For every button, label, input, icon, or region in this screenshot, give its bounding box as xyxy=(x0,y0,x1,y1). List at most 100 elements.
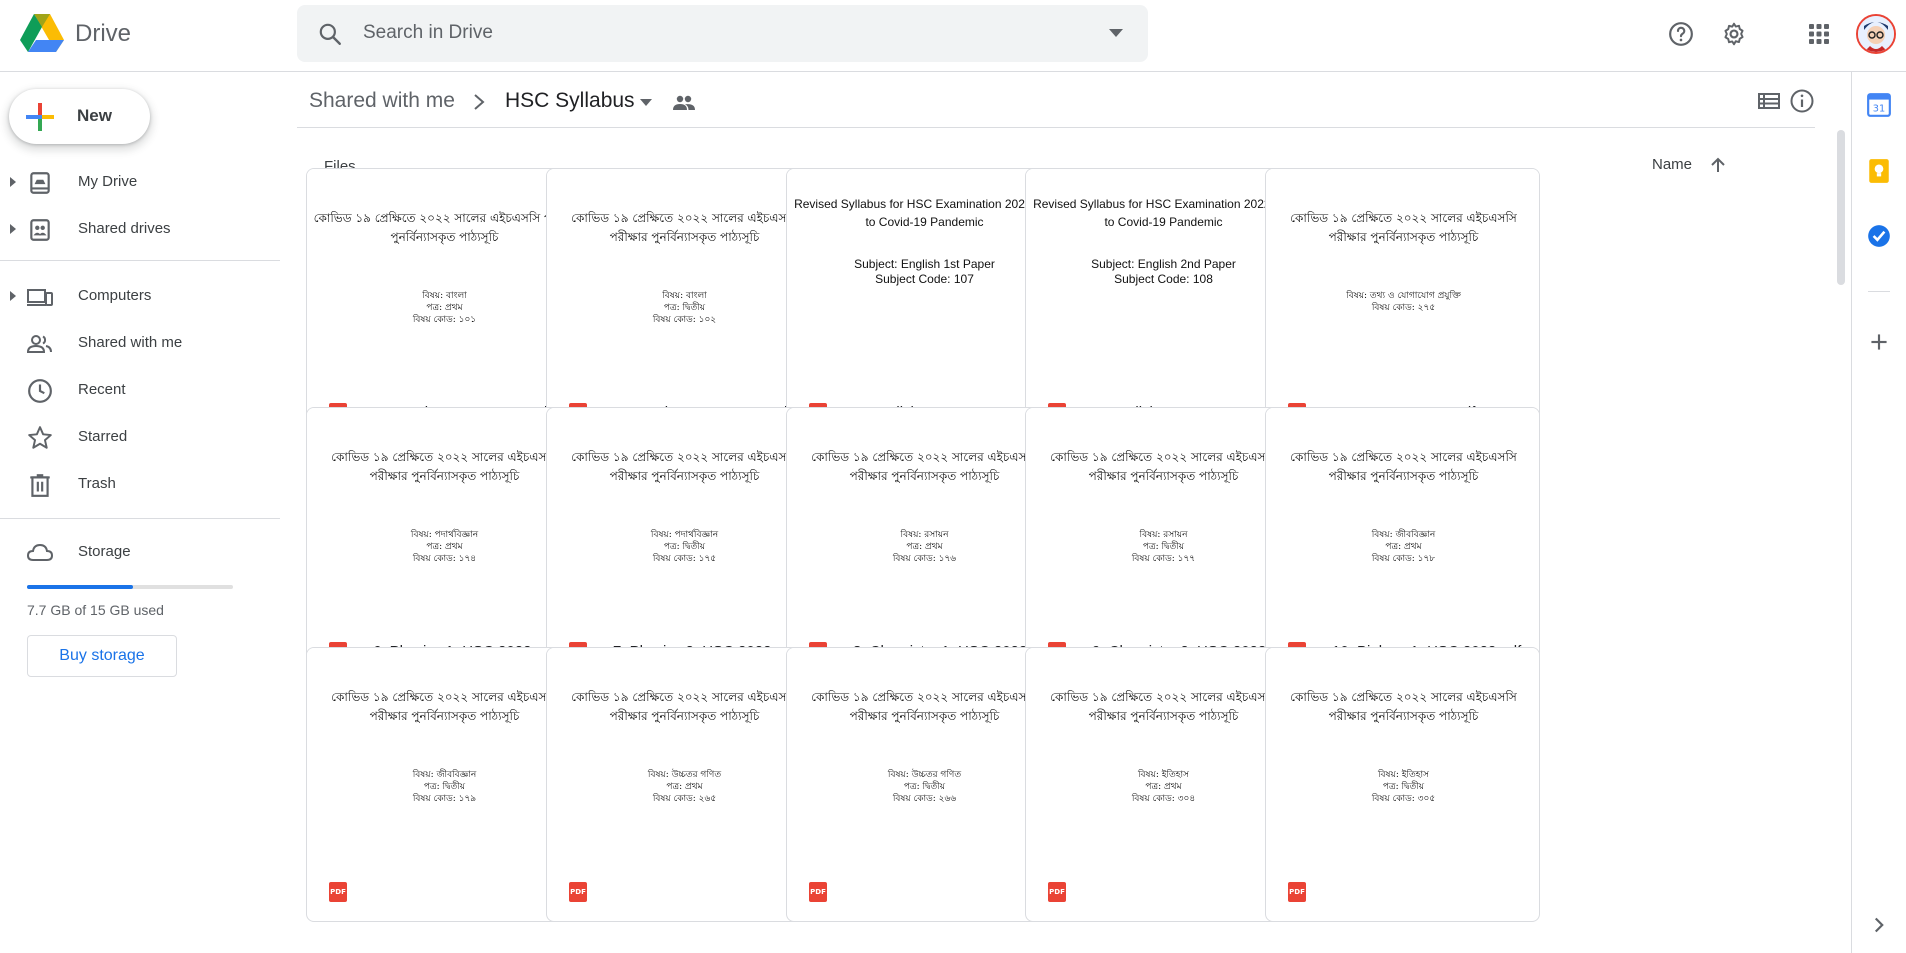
file-card[interactable]: Revised Syllabus for HSC Examination 202… xyxy=(1025,168,1300,443)
expand-caret-icon[interactable] xyxy=(9,176,17,188)
thumbnail-line: বিষয় কোড: ১৭৬ xyxy=(892,554,957,564)
side-panel: 31 xyxy=(1851,72,1906,953)
scrollbar[interactable] xyxy=(1836,128,1846,953)
breadcrumb-parent[interactable]: Shared with me xyxy=(309,89,455,113)
pdf-icon: PDF xyxy=(809,882,827,902)
file-thumbnail[interactable]: কোভিড ১৯ প্রেক্ষিতে ২০২২ সালের এইচএসসি প… xyxy=(1266,648,1539,868)
search-options-icon[interactable] xyxy=(1108,27,1124,39)
apps-button[interactable] xyxy=(1799,14,1839,54)
file-thumbnail[interactable]: কোভিড ১৯ প্রেক্ষিতে ২০২২ সালের এইচএসসি প… xyxy=(307,408,580,628)
sidebar-item-storage[interactable]: Storage xyxy=(0,530,270,574)
add-addon-icon[interactable] xyxy=(1866,329,1892,355)
sidebar-item-label: Trash xyxy=(78,475,116,492)
sort-by-name-button[interactable]: Name xyxy=(1652,156,1692,173)
file-thumbnail[interactable]: কোভিড ১৯ প্রেক্ষিতে ২০২২ সালের এইচএসসি প… xyxy=(307,648,580,868)
file-card-footer[interactable]: PDF xyxy=(1266,868,1539,921)
thumbnail-line: বিষয় কোড: ১০১ xyxy=(412,315,477,325)
sidebar-item-label: Computers xyxy=(78,287,152,304)
thumbnail-line: বিষয় কোড: ১৭৯ xyxy=(412,794,477,804)
thumbnail-line: বিষয় কোড: ১০২ xyxy=(652,315,717,325)
thumbnail-title: কোভিড ১৯ প্রেক্ষিতে ২০২২ সালের এইচএসসি প… xyxy=(313,211,576,244)
file-card-footer[interactable]: PDF xyxy=(547,868,820,921)
expand-caret-icon[interactable] xyxy=(9,290,17,302)
search-input[interactable] xyxy=(363,15,1063,51)
file-card[interactable]: কোভিড ১৯ প্রেক্ষিতে ২০২২ সালের এইচএসসি প… xyxy=(306,647,581,922)
side-panel-divider xyxy=(1868,291,1890,292)
sidebar-item-starred[interactable]: Starred xyxy=(0,415,270,459)
sidebar-item-label: Starred xyxy=(78,428,128,445)
file-card[interactable]: কোভিড ১৯ প্রেক্ষিতে ২০২২ সালের এইচএসসি প… xyxy=(306,407,581,682)
search-icon[interactable] xyxy=(317,21,343,47)
file-thumbnail[interactable]: Revised Syllabus for HSC Examination 202… xyxy=(787,169,1060,389)
breadcrumb-current[interactable]: HSC Syllabus xyxy=(505,89,635,113)
file-thumbnail[interactable]: কোভিড ১৯ প্রেক্ষিতে ২০২২ সালের এইচএসসি প… xyxy=(1026,408,1299,628)
thumbnail-title: কোভিড ১৯ প্রেক্ষিতে ২০২২ সালের এইচএসসি প… xyxy=(1050,450,1277,483)
thumbnail-line: বিষয় কোড: ১৭৭ xyxy=(1131,554,1196,564)
sidebar-item-recent[interactable]: Recent xyxy=(0,368,270,412)
account-avatar[interactable] xyxy=(1856,14,1896,54)
people-icon xyxy=(27,335,52,353)
file-card[interactable]: কোভিড ১৯ প্রেক্ষিতে ২০২২ সালের এইচএসসি প… xyxy=(1265,407,1540,682)
cloud-icon xyxy=(27,543,53,561)
drive-logo-icon[interactable] xyxy=(20,14,64,54)
file-thumbnail[interactable]: কোভিড ১৯ প্রেক্ষিতে ২০২২ সালের এইচএসসি প… xyxy=(787,408,1060,628)
sidebar-item-shared-drives[interactable]: Shared drives xyxy=(0,207,270,251)
file-card[interactable]: কোভিড ১৯ প্রেক্ষিতে ২০২২ সালের এইচএসসি প… xyxy=(786,647,1061,922)
file-card[interactable]: কোভিড ১৯ প্রেক্ষিতে ২০২২ সালের এইচএসসি প… xyxy=(786,407,1061,682)
file-thumbnail[interactable]: কোভিড ১৯ প্রেক্ষিতে ২০২২ সালের এইচএসসি প… xyxy=(307,169,580,389)
shared-folder-people-icon[interactable] xyxy=(673,94,695,112)
search-bar[interactable] xyxy=(297,5,1148,62)
thumbnail-line: বিষয় কোড: ১৭৮ xyxy=(1371,554,1436,564)
sidebar-item-my-drive[interactable]: My Drive xyxy=(0,160,270,204)
file-card[interactable]: কোভিড ১৯ প্রেক্ষিতে ২০২২ সালের এইচএসসি প… xyxy=(306,168,581,443)
apps-grid-icon xyxy=(1809,24,1829,44)
file-card-footer[interactable]: PDF xyxy=(1026,868,1299,921)
file-thumbnail[interactable]: কোভিড ১৯ প্রেক্ষিতে ২০২২ সালের এইচএসসি প… xyxy=(1026,648,1299,868)
list-view-icon[interactable] xyxy=(1754,86,1784,116)
help-button[interactable] xyxy=(1661,14,1701,54)
file-thumbnail[interactable]: কোভিড ১৯ প্রেক্ষিতে ২০২২ সালের এইচএসসি প… xyxy=(547,169,820,389)
scrollbar-thumb[interactable] xyxy=(1837,130,1845,285)
file-thumbnail[interactable]: কোভিড ১৯ প্রেক্ষিতে ২০২২ সালের এইচএসসি প… xyxy=(547,648,820,868)
file-thumbnail[interactable]: Revised Syllabus for HSC Examination 202… xyxy=(1026,169,1299,389)
new-button[interactable]: New xyxy=(9,89,150,144)
chevron-right-icon xyxy=(474,94,485,110)
thumbnail-line: Subject Code: 107 xyxy=(875,272,974,286)
calendar-icon[interactable]: 31 xyxy=(1866,92,1892,118)
app-title[interactable]: Drive xyxy=(75,20,131,48)
chevron-right-icon[interactable] xyxy=(1866,912,1892,938)
file-card-footer[interactable]: PDF xyxy=(787,868,1060,921)
file-card[interactable]: কোভিড ১৯ প্রেক্ষিতে ২০২২ সালের এইচএসসি প… xyxy=(1025,647,1300,922)
file-grid-area: Files Name কোভিড ১৯ প্রেক্ষিতে ২০২২ সালে… xyxy=(297,128,1815,953)
file-thumbnail[interactable]: কোভিড ১৯ প্রেক্ষিতে ২০২২ সালের এইচএসসি প… xyxy=(547,408,820,628)
file-card[interactable]: কোভিড ১৯ প্রেক্ষিতে ২০২২ সালের এইচএসসি প… xyxy=(546,168,821,443)
settings-button[interactable] xyxy=(1714,14,1754,54)
sidebar-item-label: My Drive xyxy=(78,173,138,190)
keep-icon[interactable] xyxy=(1866,158,1892,184)
file-card[interactable]: Revised Syllabus for HSC Examination 202… xyxy=(786,168,1061,443)
thumbnail-line: বিষয় কোড: ২৬৫ xyxy=(652,794,717,804)
file-card[interactable]: কোভিড ১৯ প্রেক্ষিতে ২০২২ সালের এইচএসসি প… xyxy=(546,647,821,922)
help-icon xyxy=(1669,22,1693,46)
file-thumbnail[interactable]: কোভিড ১৯ প্রেক্ষিতে ২০২২ সালের এইচএসসি প… xyxy=(1266,408,1539,628)
tasks-icon[interactable] xyxy=(1866,223,1892,249)
file-card[interactable]: কোভিড ১৯ প্রেক্ষিতে ২০২২ সালের এইচএসসি প… xyxy=(546,407,821,682)
file-thumbnail[interactable]: কোভিড ১৯ প্রেক্ষিতে ২০২২ সালের এইচএসসি প… xyxy=(1266,169,1539,389)
arrow-up-icon[interactable] xyxy=(1709,156,1727,174)
expand-caret-icon[interactable] xyxy=(9,223,17,235)
file-card[interactable]: কোভিড ১৯ প্রেক্ষিতে ২০২২ সালের এইচএসসি প… xyxy=(1025,407,1300,682)
thumbnail-title: কোভিড ১৯ প্রেক্ষিতে ২০২২ সালের এইচএসসি প… xyxy=(1290,211,1517,244)
sidebar: New My Drive Shared drives Computers Sha… xyxy=(0,72,280,953)
sidebar-item-computers[interactable]: Computers xyxy=(0,274,270,318)
sidebar-item-shared-with-me[interactable]: Shared with me xyxy=(0,321,270,365)
file-card[interactable]: কোভিড ১৯ প্রেক্ষিতে ২০২২ সালের এইচএসসি প… xyxy=(1265,647,1540,922)
buy-storage-button[interactable]: Buy storage xyxy=(27,635,177,677)
file-thumbnail[interactable]: কোভিড ১৯ প্রেক্ষিতে ২০২২ সালের এইচএসসি প… xyxy=(787,648,1060,868)
pdf-icon: PDF xyxy=(1048,882,1066,902)
file-card[interactable]: কোভিড ১৯ প্রেক্ষিতে ২০২২ সালের এইচএসসি প… xyxy=(1265,168,1540,443)
sidebar-item-trash[interactable]: Trash xyxy=(0,462,270,506)
folder-menu-dropdown-icon[interactable] xyxy=(640,99,652,107)
thumbnail-title: Revised Syllabus for HSC Examination 202… xyxy=(1033,197,1294,229)
info-icon[interactable] xyxy=(1787,86,1817,116)
file-card-footer[interactable]: PDF xyxy=(307,868,580,921)
